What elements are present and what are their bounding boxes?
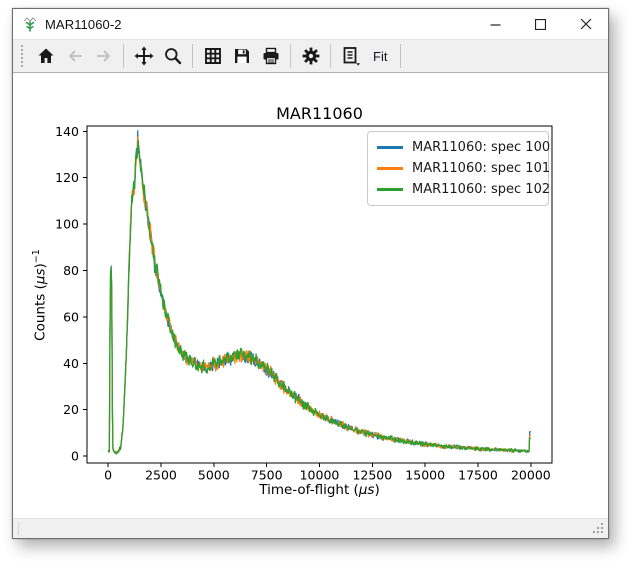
save-icon bbox=[232, 46, 252, 66]
legend-entry: MAR11060: spec 101 bbox=[377, 158, 539, 179]
y-tick-label: 100 bbox=[55, 217, 79, 232]
window-controls bbox=[473, 9, 608, 39]
legend: MAR11060: spec 100 MAR11060: spec 101 MA… bbox=[367, 131, 549, 206]
legend-line-swatch bbox=[377, 188, 403, 191]
toolbar-separator bbox=[400, 44, 401, 68]
toolbar-separator bbox=[192, 44, 193, 68]
toolbar-separator bbox=[123, 44, 124, 68]
legend-label: MAR11060: spec 100 bbox=[412, 140, 550, 155]
home-icon bbox=[36, 46, 56, 66]
y-tick-label: 0 bbox=[71, 449, 79, 464]
x-tick-label: 20000 bbox=[511, 468, 551, 483]
y-axis-label: Counts (μs)−1 bbox=[31, 195, 51, 395]
grid-button[interactable] bbox=[199, 43, 226, 70]
print-button[interactable] bbox=[257, 43, 284, 70]
x-tick-label: 12500 bbox=[352, 468, 392, 483]
zoom-icon bbox=[163, 46, 183, 66]
status-separator bbox=[18, 522, 19, 535]
y-tick-label: 120 bbox=[55, 170, 79, 185]
plot-canvas[interactable]: 0 2500 5000 7500 10000 12500 15000 17500 20000 0 2… bbox=[13, 73, 608, 518]
save-button[interactable] bbox=[228, 43, 255, 70]
x-tick-label: 0 bbox=[104, 468, 112, 483]
y-tick-label: 80 bbox=[63, 263, 79, 278]
legend-entry: MAR11060: spec 102 bbox=[377, 179, 539, 200]
legend-entry: MAR11060: spec 100 bbox=[377, 137, 539, 158]
home-button[interactable] bbox=[32, 43, 59, 70]
plot-title: MAR11060 bbox=[87, 104, 552, 123]
y-tick-label: 60 bbox=[63, 309, 79, 324]
zoom-button[interactable] bbox=[159, 43, 186, 70]
x-tick-label: 2500 bbox=[145, 468, 177, 483]
legend-line-swatch bbox=[377, 167, 403, 170]
resize-grip[interactable] bbox=[592, 522, 605, 535]
legend-label: MAR11060: spec 101 bbox=[412, 161, 550, 176]
toolbar-drag-handle[interactable] bbox=[21, 45, 25, 67]
generate-script-button[interactable] bbox=[337, 43, 364, 70]
gear-icon bbox=[301, 46, 321, 66]
x-tick-label: 17500 bbox=[458, 468, 498, 483]
print-icon bbox=[261, 46, 281, 66]
toolbar-separator bbox=[290, 44, 291, 68]
minimize-button[interactable] bbox=[473, 9, 518, 39]
y-tick-label: 40 bbox=[63, 356, 79, 371]
plot-toolbar: Fit bbox=[13, 39, 608, 73]
y-tick-label: 140 bbox=[55, 124, 79, 139]
status-bar bbox=[13, 518, 608, 538]
back-button[interactable] bbox=[61, 43, 88, 70]
x-tick-label: 7500 bbox=[251, 468, 283, 483]
maximize-button[interactable] bbox=[518, 9, 563, 39]
x-tick-label: 5000 bbox=[198, 468, 230, 483]
pan-icon bbox=[134, 46, 154, 66]
y-tick-label: 20 bbox=[63, 402, 79, 417]
x-tick-label: 10000 bbox=[300, 468, 340, 483]
customize-button[interactable] bbox=[297, 43, 324, 70]
minimize-icon bbox=[490, 19, 501, 30]
window-title: MAR11060-2 bbox=[45, 17, 122, 32]
title-bar[interactable]: MAR11060-2 bbox=[13, 9, 608, 39]
close-icon bbox=[580, 18, 592, 30]
plot-window: MAR11060-2 bbox=[12, 8, 609, 539]
x-tick-label: 15000 bbox=[405, 468, 445, 483]
mantid-logo-icon bbox=[22, 16, 38, 32]
x-axis-label: Time-of-flight (μs) bbox=[87, 482, 552, 498]
generate-script-icon bbox=[340, 46, 362, 67]
fit-button[interactable]: Fit bbox=[365, 45, 395, 68]
forward-button[interactable] bbox=[90, 43, 117, 70]
legend-line-swatch bbox=[377, 146, 403, 149]
grid-icon bbox=[203, 46, 223, 66]
close-button[interactable] bbox=[563, 9, 608, 39]
arrow-forward-icon bbox=[94, 46, 114, 66]
arrow-back-icon bbox=[65, 46, 85, 66]
toolbar-separator bbox=[330, 44, 331, 68]
legend-label: MAR11060: spec 102 bbox=[412, 182, 550, 197]
pan-button[interactable] bbox=[130, 43, 157, 70]
maximize-icon bbox=[535, 19, 546, 30]
